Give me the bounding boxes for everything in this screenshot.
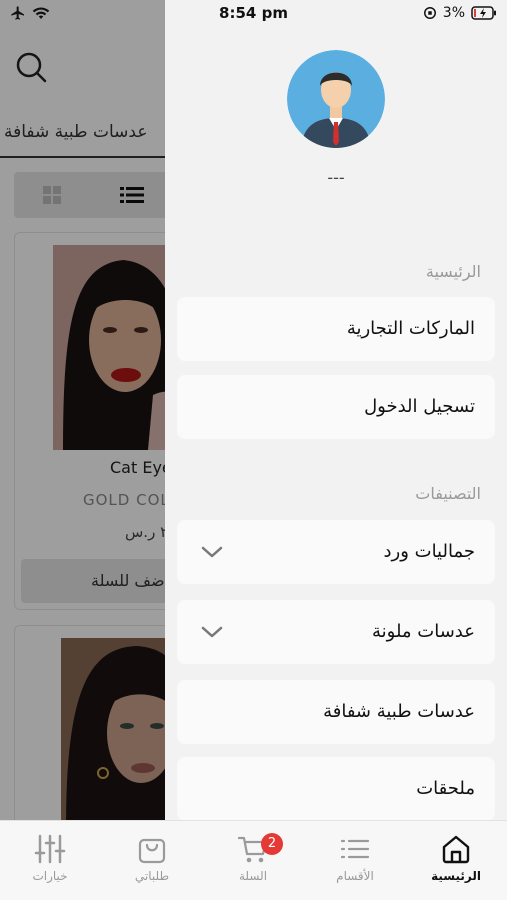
section-label-categories: التصنيفات	[415, 484, 481, 503]
battery-charging-icon	[471, 6, 496, 20]
nav-label: طلباتي	[134, 869, 170, 883]
orientation-lock-icon	[423, 7, 436, 19]
username: ---	[327, 168, 345, 187]
avatar[interactable]	[287, 50, 385, 148]
nav-item-cart[interactable]: 2 السلة	[203, 821, 303, 900]
menu-item-login[interactable]: تسجيل الدخول	[177, 375, 495, 439]
nav-label: الرئيسية	[431, 869, 481, 883]
menu-item-clear-lenses[interactable]: عدسات طبية شفافة	[177, 680, 495, 744]
nav-label: خيارات	[32, 869, 68, 883]
list-icon	[340, 839, 370, 859]
menu-item-label: ملحقات	[416, 778, 475, 799]
menu-item-label: جماليات ورد	[383, 541, 476, 562]
menu-item-colored-lenses[interactable]: عدسات ملونة	[177, 600, 495, 664]
nav-item-home[interactable]: الرئيسية	[406, 821, 506, 900]
bottom-nav: خيارات طلباتي 2 السلة الأقسام الرئيسية	[0, 820, 507, 900]
section-label-main: الرئيسية	[425, 262, 481, 281]
chevron-down-icon[interactable]	[201, 542, 223, 562]
menu-item-accessories[interactable]: ملحقات	[177, 757, 495, 821]
nav-item-categories[interactable]: الأقسام	[305, 821, 405, 900]
menu-item-label: تسجيل الدخول	[364, 396, 475, 417]
nav-label: السلة	[238, 869, 268, 883]
battery-percent: 3%	[442, 5, 465, 21]
chevron-down-icon[interactable]	[201, 622, 223, 642]
menu-item-brands[interactable]: الماركات التجارية	[177, 297, 495, 361]
status-bar: 8:54 pm 3%	[0, 0, 507, 28]
status-right-icons: 3%	[423, 5, 497, 21]
menu-item-label: الماركات التجارية	[346, 318, 475, 339]
sliders-icon	[34, 834, 66, 864]
home-icon	[442, 835, 470, 864]
menu-item-label: عدسات طبية شفافة	[323, 701, 475, 722]
nav-item-orders[interactable]: طلباتي	[102, 821, 202, 900]
menu-item-label: عدسات ملونة	[372, 621, 475, 642]
menu-item-beauty[interactable]: جماليات ورد	[177, 520, 495, 584]
cart-badge: 2	[261, 833, 283, 855]
bag-icon	[138, 838, 166, 864]
nav-label: الأقسام	[336, 869, 374, 883]
side-drawer: --- الرئيسية الماركات التجارية تسجيل الد…	[165, 0, 507, 821]
nav-item-options[interactable]: خيارات	[0, 821, 100, 900]
